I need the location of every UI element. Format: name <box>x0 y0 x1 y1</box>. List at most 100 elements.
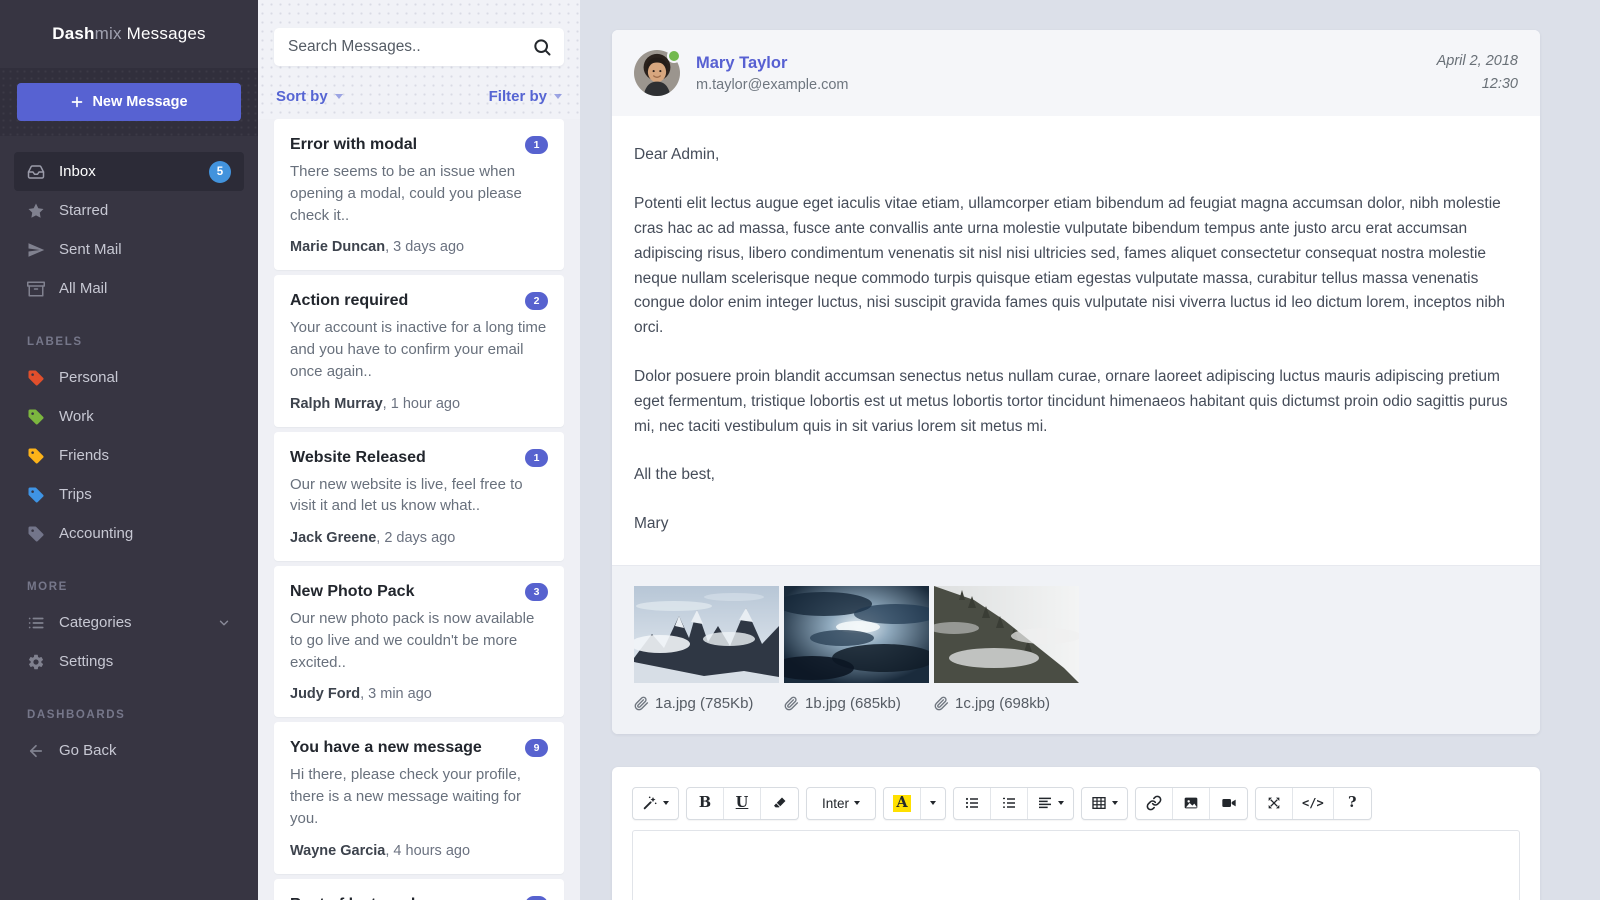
expand-arrows-icon <box>1266 795 1282 811</box>
mail-date: April 2, 2018 <box>1437 50 1518 73</box>
sidebar-item-all-mail[interactable]: All Mail <box>14 269 244 308</box>
table-button[interactable] <box>1082 788 1127 819</box>
link-button[interactable] <box>1136 788 1173 819</box>
sidebar: DashmixMessages New Message Inbox 5 Star… <box>0 0 258 900</box>
message-list-item[interactable]: You have a new message9 Hi there, please… <box>274 722 564 873</box>
style-dropdown-button[interactable] <box>633 788 678 819</box>
unread-count-badge: 3 <box>525 583 548 601</box>
message-time: , 2 days ago <box>376 530 455 546</box>
attachment-caption: 1a.jpg (785Kb) <box>634 695 779 712</box>
sidebar-item-go-back[interactable]: Go Back <box>14 731 244 770</box>
mail-body: Dear Admin, Potenti elit lectus augue eg… <box>612 116 1540 565</box>
archive-icon <box>27 280 45 298</box>
sidebar-label-trips[interactable]: Trips <box>14 475 244 514</box>
label-name: Personal <box>59 369 118 386</box>
arrow-left-icon <box>27 742 45 760</box>
font-color-button[interactable]: A <box>884 788 921 819</box>
editor-text-area[interactable] <box>632 830 1520 900</box>
sidebar-item-label: All Mail <box>59 280 107 297</box>
sidebar-nav: Inbox 5 Starred Sent Mail All Mail LABEL… <box>0 152 258 770</box>
message-list-item[interactable]: Error with modal1 There seems to be an i… <box>274 119 564 270</box>
code-view-button[interactable]: </> <box>1293 788 1334 819</box>
attachment-label: 1a.jpg (785Kb) <box>655 695 753 712</box>
sidebar-item-label: Inbox <box>59 163 96 180</box>
video-button[interactable] <box>1210 788 1247 819</box>
avatar <box>634 50 680 96</box>
image-button[interactable] <box>1173 788 1210 819</box>
sender-name-link[interactable]: Mary Taylor <box>696 54 849 73</box>
caret-down-icon <box>663 801 669 805</box>
attachment-thumbnail-mountains <box>634 586 779 683</box>
font-family-dropdown[interactable]: Inter <box>807 788 875 819</box>
label-name: Trips <box>59 486 92 503</box>
message-title: You have a new message <box>290 739 482 757</box>
sender-email: m.taylor@example.com <box>696 77 849 93</box>
eraser-icon <box>772 795 788 811</box>
sidebar-label-friends[interactable]: Friends <box>14 436 244 475</box>
attachment-label: 1c.jpg (698kb) <box>955 695 1050 712</box>
caret-down-icon <box>1058 801 1064 805</box>
align-icon <box>1037 795 1053 811</box>
sort-by-dropdown[interactable]: Sort by <box>276 88 343 105</box>
chevron-down-icon <box>217 616 231 630</box>
message-preview: Your account is inactive for a long time… <box>290 317 548 382</box>
sidebar-item-inbox[interactable]: Inbox 5 <box>14 152 244 191</box>
sidebar-item-label: Settings <box>59 653 113 670</box>
star-icon <box>27 202 45 220</box>
filter-by-label: Filter by <box>489 88 547 105</box>
message-sender: Jack Greene <box>290 530 376 546</box>
search-icon[interactable] <box>532 37 552 57</box>
caret-down-icon <box>1112 801 1118 805</box>
label-name: Accounting <box>59 525 133 542</box>
sidebar-item-starred[interactable]: Starred <box>14 191 244 230</box>
paperclip-icon <box>934 696 949 711</box>
sidebar-item-label: Go Back <box>59 742 117 759</box>
attachment-label: 1b.jpg (685kb) <box>805 695 901 712</box>
inbox-icon <box>27 163 45 181</box>
paragraph-align-button[interactable] <box>1028 788 1073 819</box>
sender-block: Mary Taylor m.taylor@example.com <box>696 54 849 93</box>
sidebar-label-accounting[interactable]: Accounting <box>14 514 244 553</box>
search-input[interactable] <box>274 28 564 66</box>
mail-paragraph: Potenti elit lectus augue eget iaculis v… <box>634 192 1518 341</box>
message-list-item[interactable]: Action required2 Your account is inactiv… <box>274 275 564 426</box>
attachments-section: 1a.jpg (785Kb) <box>612 565 1540 734</box>
sidebar-item-settings[interactable]: Settings <box>14 642 244 681</box>
send-icon <box>27 241 45 259</box>
font-color-caret-button[interactable] <box>921 788 945 819</box>
underline-button[interactable]: U <box>724 788 761 819</box>
message-list-item[interactable]: New Photo Pack3 Our new photo pack is no… <box>274 566 564 717</box>
new-message-button[interactable]: New Message <box>17 83 241 121</box>
help-button[interactable]: ? <box>1334 788 1371 819</box>
caret-down-icon <box>930 801 936 805</box>
bullet-list-icon <box>964 795 980 811</box>
unordered-list-button[interactable] <box>954 788 991 819</box>
fullscreen-button[interactable] <box>1256 788 1293 819</box>
sidebar-item-label: Sent Mail <box>59 241 122 258</box>
message-time: , 1 hour ago <box>383 396 460 412</box>
message-title: Error with modal <box>290 136 417 154</box>
inbox-count-badge: 5 <box>209 161 231 183</box>
sidebar-item-label: Starred <box>59 202 108 219</box>
ordered-list-button[interactable] <box>991 788 1028 819</box>
message-preview: Our new website is live, feel free to vi… <box>290 474 548 518</box>
message-meta: Ralph Murray, 1 hour ago <box>290 396 548 412</box>
message-time: , 3 days ago <box>385 239 464 255</box>
message-sender: Judy Ford <box>290 686 360 702</box>
message-meta: Jack Greene, 2 days ago <box>290 530 548 546</box>
tag-icon <box>27 525 45 543</box>
message-list-item[interactable]: Best of last week6 Last week has been fu… <box>274 879 564 900</box>
attachment-thumbnail-night-clouds <box>784 586 929 683</box>
tag-icon <box>27 486 45 504</box>
code-glyph: </> <box>1302 797 1324 809</box>
clear-format-button[interactable] <box>761 788 798 819</box>
sidebar-item-categories[interactable]: Categories <box>14 603 244 642</box>
filter-by-dropdown[interactable]: Filter by <box>489 88 562 105</box>
sidebar-item-sent-mail[interactable]: Sent Mail <box>14 230 244 269</box>
bold-button[interactable]: B <box>687 788 724 819</box>
help-glyph: ? <box>1348 796 1357 811</box>
sidebar-label-work[interactable]: Work <box>14 397 244 436</box>
message-list-item[interactable]: Website Released1 Our new website is liv… <box>274 432 564 562</box>
sidebar-label-personal[interactable]: Personal <box>14 358 244 397</box>
labels-heading: LABELS <box>0 336 258 348</box>
